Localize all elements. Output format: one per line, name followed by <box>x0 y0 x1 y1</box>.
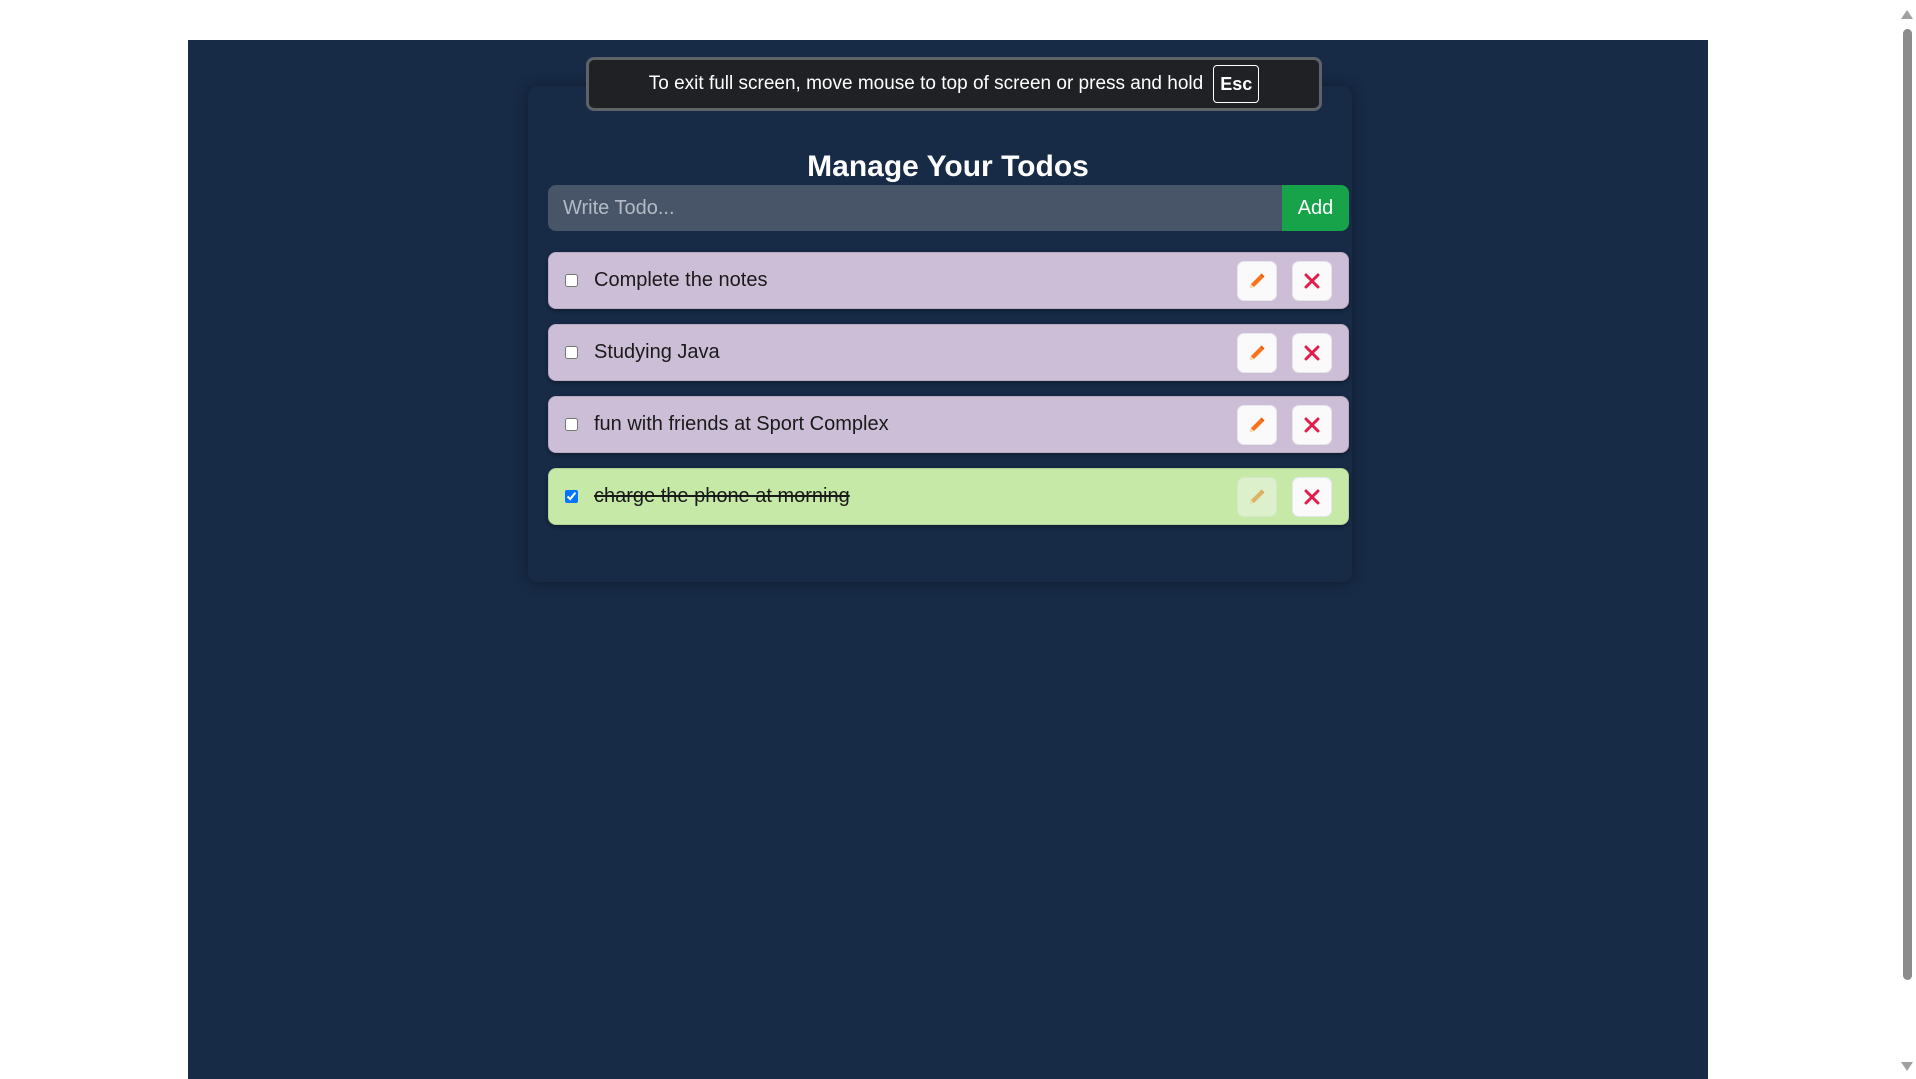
pencil-icon <box>1250 273 1265 288</box>
todo-checkbox[interactable] <box>565 490 578 503</box>
delete-button[interactable] <box>1292 260 1332 301</box>
todo-list: Complete the notes Studying Java fun wit… <box>548 252 1349 540</box>
todo-text: Complete the notes <box>594 269 768 291</box>
todo-checkbox[interactable] <box>565 346 578 359</box>
edit-button[interactable] <box>1237 476 1277 517</box>
pencil-icon <box>1250 489 1265 504</box>
app-viewport: To exit full screen, move mouse to top o… <box>188 40 1708 1079</box>
todo-text: Studying Java <box>594 341 720 363</box>
todo-input[interactable] <box>548 185 1282 231</box>
scroll-up-arrow-icon[interactable] <box>1901 10 1913 19</box>
edit-button[interactable] <box>1237 404 1277 445</box>
close-icon <box>1304 489 1320 504</box>
edit-button[interactable] <box>1237 260 1277 301</box>
fullscreen-notice: To exit full screen, move mouse to top o… <box>586 57 1322 111</box>
todo-checkbox[interactable] <box>565 418 578 431</box>
close-icon <box>1304 345 1320 360</box>
todo-text: charge the phone at morning <box>594 485 850 507</box>
todo-item: charge the phone at morning <box>548 468 1349 525</box>
todo-item: Studying Java <box>548 324 1349 381</box>
scroll-down-arrow-icon[interactable] <box>1901 1062 1913 1071</box>
add-todo-form: Add <box>548 185 1349 231</box>
scrollbar[interactable] <box>1898 0 1916 1079</box>
close-icon <box>1304 273 1320 288</box>
edit-button[interactable] <box>1237 332 1277 373</box>
page-title: Manage Your Todos <box>807 150 1089 183</box>
todo-text: fun with friends at Sport Complex <box>594 413 889 435</box>
todo-item: Complete the notes <box>548 252 1349 309</box>
scrollbar-thumb[interactable] <box>1903 29 1912 980</box>
esc-key-badge: Esc <box>1213 65 1260 103</box>
delete-button[interactable] <box>1292 476 1332 517</box>
pencil-icon <box>1250 417 1265 432</box>
close-icon <box>1304 417 1320 432</box>
delete-button[interactable] <box>1292 404 1332 445</box>
add-button[interactable]: Add <box>1282 185 1349 231</box>
fullscreen-notice-text: To exit full screen, move mouse to top o… <box>648 73 1204 94</box>
todo-item: fun with friends at Sport Complex <box>548 396 1349 453</box>
pencil-icon <box>1250 345 1265 360</box>
delete-button[interactable] <box>1292 332 1332 373</box>
todo-checkbox[interactable] <box>565 274 578 287</box>
